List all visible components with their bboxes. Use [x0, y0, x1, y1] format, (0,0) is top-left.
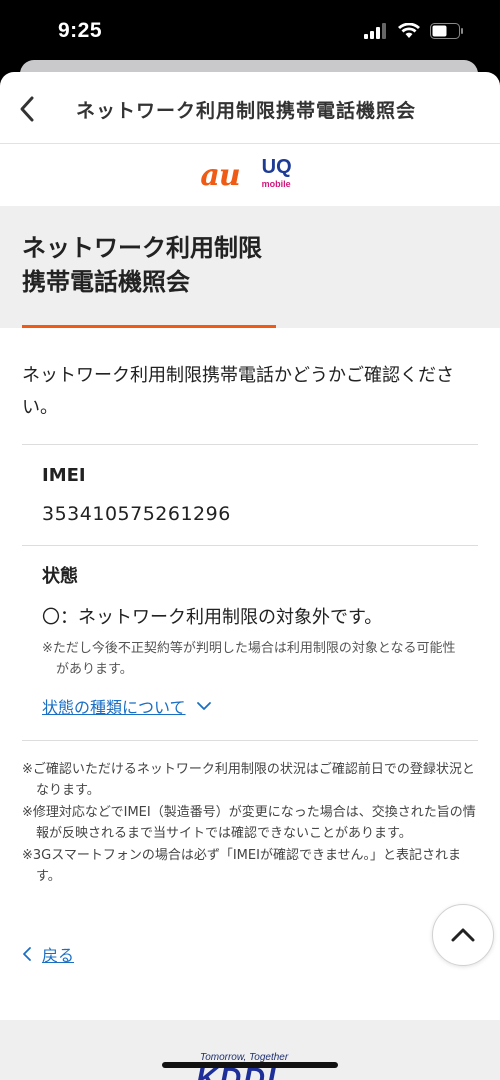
page-header: ネットワーク利用制限 携帯電話機照会: [0, 206, 500, 328]
chevron-left-icon[interactable]: [14, 92, 42, 126]
back-link-label[interactable]: 戻る: [42, 942, 74, 966]
uq-logo-text: UQ: [261, 156, 292, 178]
nav-bar: ネットワーク利用制限携帯電話機照会: [0, 72, 500, 144]
uq-mobile-logo: UQ mobile: [260, 156, 300, 194]
note-item: ※ご確認いただけるネットワーク利用制限の状況はご確認前日での登録状況となります。: [22, 762, 475, 798]
modal-sheet: ネットワーク利用制限携帯電話機照会 au UQ mobile ネットワーク利用制…: [0, 72, 500, 1080]
status-time: 9:25: [58, 19, 103, 42]
uq-logo-sub: mobile: [261, 179, 291, 189]
imei-section: IMEI 353410575261296: [22, 445, 478, 546]
battery-icon: [430, 23, 463, 39]
status-note: ※ただし今後不正契約等が判明した場合は利用制限の対象となる可能性があります。: [42, 641, 456, 677]
status-bar: 9:25: [0, 0, 500, 66]
title-accent-bar: [22, 325, 276, 328]
back-link[interactable]: 戻る: [22, 942, 74, 966]
notes-list: ※ご確認いただけるネットワーク利用制限の状況はご確認前日での登録状況となります。…: [22, 741, 478, 887]
scroll-to-top-button[interactable]: [432, 904, 494, 966]
status-section: 状態 〇：ネットワーク利用制限の対象外です。 ※ただし今後不正契約等が判明した場…: [22, 546, 478, 741]
brand-logos: au UQ mobile: [0, 144, 500, 206]
imei-label: IMEI: [42, 465, 86, 486]
status-icons: [364, 23, 464, 39]
status-types-link-label[interactable]: 状態の種類について: [42, 694, 186, 718]
chevron-left-icon[interactable]: [22, 946, 32, 962]
home-indicator: [162, 1062, 338, 1068]
main-content: ネットワーク利用制限携帯電話かどうかご確認ください。 IMEI 35341057…: [0, 328, 500, 887]
nav-title: ネットワーク利用制限携帯電話機照会: [76, 100, 417, 122]
chevron-up-icon: [451, 928, 475, 942]
page-title: ネットワーク利用制限 携帯電話機照会: [22, 231, 262, 299]
imei-value: 353410575261296: [42, 503, 231, 525]
chevron-down-icon[interactable]: [196, 701, 212, 711]
intro-text: ネットワーク利用制限携帯電話かどうかご確認ください。: [22, 328, 478, 445]
status-label: 状態: [42, 566, 78, 587]
note-item: ※3Gスマートフォンの場合は必ず「IMEIが確認できません。」と表記されます。: [22, 848, 462, 884]
status-types-link[interactable]: 状態の種類について: [42, 694, 458, 718]
au-logo: au: [200, 157, 240, 193]
note-item: ※修理対応などでIMEI（製造番号）が変更になった場合は、交換された旨の情報が反…: [22, 805, 476, 841]
wifi-icon: [398, 23, 420, 38]
status-result: 〇：ネットワーク利用制限の対象外です。: [42, 607, 383, 628]
footer: Tomorrow, Together KDDI: [0, 1020, 500, 1080]
signal-icon: [364, 23, 386, 39]
page-title-line1: ネットワーク利用制限: [22, 234, 262, 262]
page-title-line2: 携帯電話機照会: [22, 268, 190, 296]
